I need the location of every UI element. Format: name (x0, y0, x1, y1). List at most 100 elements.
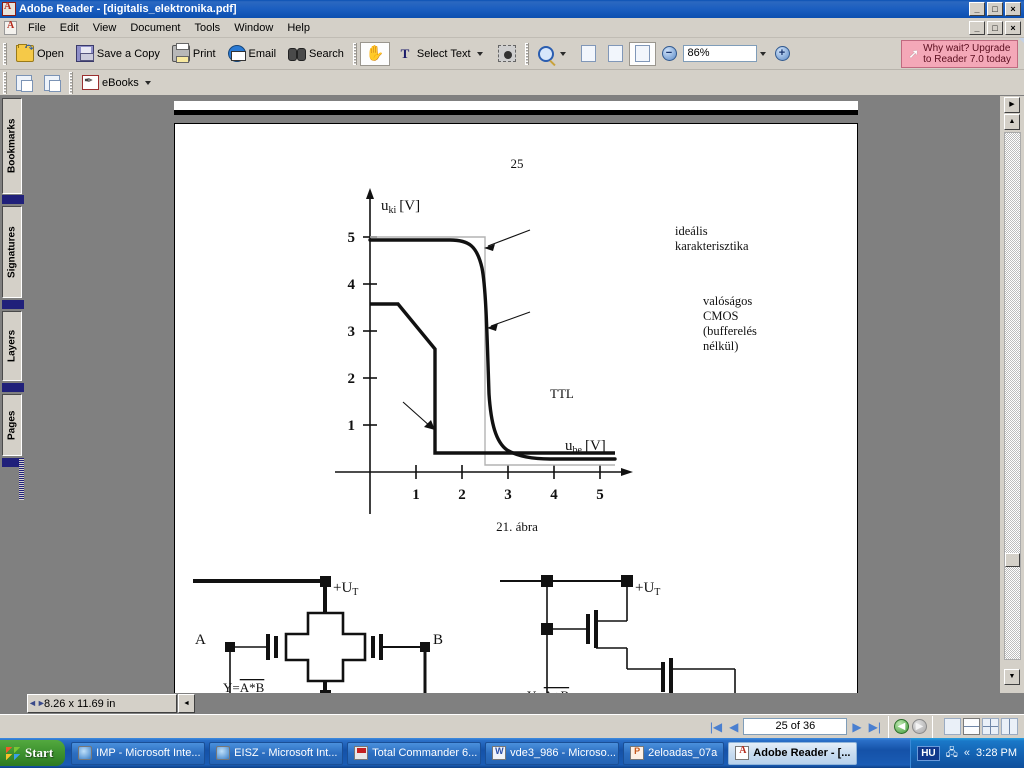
sidebar-tab-pages[interactable]: Pages (2, 394, 22, 456)
taskbar-item-adobe-reader[interactable]: Adobe Reader - [... (728, 741, 858, 765)
toolbar-grip-2[interactable] (352, 42, 357, 65)
select-text-button[interactable]: T Select Text (390, 42, 492, 66)
clock[interactable]: 3:28 PM (976, 747, 1017, 759)
zoom-in-button[interactable]: + (769, 42, 796, 66)
sidebar-tab-layers[interactable]: Layers (2, 311, 22, 381)
save-a-copy-button[interactable]: Save a Copy (70, 42, 166, 66)
sidebar-tab-bookmarks[interactable]: Bookmarks (2, 98, 22, 194)
close-button[interactable]: × (1005, 2, 1021, 16)
email-button[interactable]: Email (222, 42, 283, 66)
zoom-out-button[interactable]: − (656, 42, 683, 66)
menu-file[interactable]: File (21, 20, 53, 36)
signatures-label: Signatures (6, 226, 18, 278)
previous-page-icon[interactable]: ◀ (727, 720, 740, 734)
single-page-icon[interactable] (944, 718, 961, 735)
ebooks-chevron-down-icon[interactable] (144, 80, 151, 85)
fit-width-icon (634, 45, 650, 62)
snapshot-button[interactable] (492, 42, 522, 66)
layers-label: Layers (6, 329, 18, 363)
language-indicator[interactable]: HU (917, 745, 940, 761)
insert-page-button[interactable] (10, 71, 38, 95)
scroll-right-button[interactable]: ▶ (1004, 97, 1020, 113)
scroll-down-button[interactable]: ▼ (1004, 669, 1020, 685)
network-icon[interactable]: 🖧 (946, 744, 958, 763)
circuit-svg: +UT A B Y=A*B +UT (193, 575, 736, 693)
scroll-up-button[interactable]: ▲ (1004, 114, 1020, 130)
secondary-toolbar-grip-2[interactable] (69, 71, 73, 94)
fit-page-button[interactable] (602, 42, 629, 66)
resize-grip-icon[interactable]: ◄► (28, 696, 46, 712)
upgrade-line-2: to Reader 7.0 today (923, 53, 1011, 65)
menu-window[interactable]: Window (227, 20, 280, 36)
menu-tools[interactable]: Tools (188, 20, 228, 36)
secondary-toolbar-grip[interactable] (3, 71, 7, 94)
menu-document[interactable]: Document (123, 20, 187, 36)
nand-input-a: A (195, 632, 206, 648)
search-button[interactable]: Search (282, 42, 350, 66)
upgrade-banner[interactable]: ➚ Why wait? Upgrade to Reader 7.0 today (901, 39, 1018, 68)
annotation-real-line-1: valóságos (703, 294, 753, 308)
document-pane[interactable]: 25 5 4 3 2 1 1 2 3 4 5 uki [V] ube [V] i… (26, 96, 1000, 693)
page-number-input[interactable]: 25 of 36 (743, 718, 848, 735)
mdi-close-button[interactable]: × (1005, 20, 1021, 35)
start-button[interactable]: Start (0, 740, 66, 766)
maximize-button[interactable]: □ (987, 2, 1003, 16)
series-real-cmos (368, 238, 617, 461)
chart-y-axis-label: uki [V] (381, 198, 420, 216)
chevron-down-icon[interactable] (476, 51, 483, 56)
start-label: Start (25, 745, 54, 760)
panel-resize-handle[interactable] (19, 458, 24, 500)
sidebar-tab-signatures[interactable]: Signatures (2, 206, 22, 298)
mdi-restore-button[interactable]: □ (987, 20, 1003, 35)
vertical-scroll-track[interactable] (1004, 132, 1021, 660)
internet-explorer-icon (78, 746, 93, 760)
hand-tool-button[interactable]: ✋ (359, 41, 390, 66)
taskbar-item-label: vde3_986 - Microso... (510, 747, 616, 759)
taskbar-item-label: IMP - Microsoft Inte... (96, 747, 201, 759)
mdi-minimize-button[interactable]: _ (969, 20, 985, 35)
continuous-icon[interactable] (963, 718, 980, 735)
annotation-ttl: TTL (550, 386, 574, 401)
taskbar-item-vde3[interactable]: vde3_986 - Microso... (485, 741, 620, 765)
last-page-icon[interactable]: ▶| (867, 720, 883, 734)
taskbar-item-total-commander[interactable]: Total Commander 6... (347, 741, 482, 765)
extract-page-button[interactable] (38, 71, 66, 95)
arrow-cursor-icon: ➚ (908, 46, 920, 61)
show-hidden-icons-button[interactable]: « (964, 747, 970, 759)
svg-text:5: 5 (348, 230, 356, 246)
vertical-scroll-thumb[interactable] (1005, 553, 1020, 567)
open-button[interactable]: Open (10, 42, 70, 66)
open-folder-icon (16, 42, 34, 62)
figure-caption: 21. ábra (496, 519, 538, 534)
minimize-button[interactable]: _ (969, 2, 985, 16)
upgrade-line-1: Why wait? Upgrade (923, 42, 1011, 54)
taskbar-item-eisz[interactable]: EISZ - Microsoft Int... (209, 741, 344, 765)
zoom-tool-button[interactable] (532, 42, 575, 66)
zoom-level-input[interactable]: 86% (682, 45, 757, 62)
facing-icon[interactable] (982, 718, 999, 735)
status-bar: |◀ ◀ 25 of 36 ▶ ▶| ◀ ▶ (0, 714, 1024, 738)
next-page-icon[interactable]: ▶ (850, 720, 863, 734)
toolbar-grip[interactable] (3, 42, 7, 65)
go-forward-icon[interactable]: ▶ (912, 719, 927, 734)
taskbar-item-2eloadas[interactable]: 2eloadas_07a (623, 741, 725, 765)
ebooks-button[interactable]: eBooks (76, 71, 160, 95)
go-back-icon[interactable]: ◀ (894, 719, 909, 734)
first-page-icon[interactable]: |◀ (708, 720, 724, 734)
menu-view[interactable]: View (86, 20, 124, 36)
select-text-label: Select Text (416, 47, 471, 60)
vertical-scrollbar[interactable]: ▶ ▲ ▼ (1000, 96, 1024, 693)
printer-icon (171, 43, 190, 63)
menu-help[interactable]: Help (280, 20, 317, 36)
actual-size-button[interactable] (575, 42, 602, 66)
taskbar-item-imp[interactable]: IMP - Microsoft Inte... (71, 741, 206, 765)
zoom-chevron-down-icon[interactable] (559, 51, 566, 56)
zoom-level-chevron-down-icon[interactable] (759, 51, 766, 56)
toolbar-grip-3[interactable] (524, 42, 529, 65)
continuous-facing-icon[interactable] (1001, 718, 1018, 735)
menu-edit[interactable]: Edit (53, 20, 86, 36)
fit-width-button[interactable] (628, 41, 656, 66)
horizontal-scroll-left-button[interactable]: ◄ (178, 694, 195, 713)
print-button[interactable]: Print (166, 42, 222, 66)
upgrade-text: Why wait? Upgrade to Reader 7.0 today (923, 43, 1011, 65)
